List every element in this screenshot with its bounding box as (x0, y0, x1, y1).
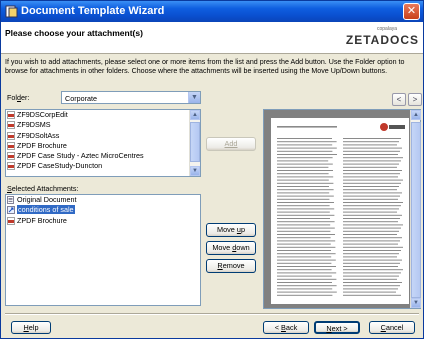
document-icon (7, 196, 15, 204)
preview-page-content (277, 123, 405, 296)
scroll-down-icon[interactable]: ▼ (411, 298, 421, 308)
list-item[interactable]: Original Document (6, 195, 200, 205)
list-item[interactable]: ZF9DSMS (6, 120, 200, 130)
list-item-label: ZPDF Brochure (17, 215, 67, 225)
pdf-file-icon (7, 121, 15, 130)
chevron-down-icon[interactable]: ▼ (188, 92, 200, 103)
list-item-label: ZF9DSMS (17, 120, 51, 130)
wizard-header: Please choose your attachment(s) copalay… (1, 22, 423, 54)
folder-label: Folder: (7, 93, 30, 102)
pdf-file-icon (7, 111, 15, 119)
list-item-label: ZF9DSoltAss (17, 130, 60, 140)
logo-small-text: copalaya (376, 26, 397, 32)
selected-attachments-list[interactable]: Original Document conditions of sale ZPDF … (5, 194, 201, 306)
close-button[interactable]: ✕ (403, 3, 420, 20)
footer-divider (5, 313, 419, 315)
preview-page (271, 118, 409, 304)
move-up-button[interactable]: Move up (206, 223, 256, 237)
pdf-file-icon (7, 131, 15, 140)
document-preview: ▲ ▼ (263, 109, 421, 309)
remove-button[interactable]: Remove (206, 259, 256, 273)
add-button[interactable]: Add (206, 137, 256, 151)
list-item-label: ZPDF Case Study - Aztec MicroCentres (17, 151, 144, 161)
list-item[interactable]: ZPDF Case Study - Aztec MicroCentres (6, 151, 200, 161)
page-heading: Please choose your attachment(s) (5, 28, 143, 38)
list-item[interactable]: conditions of sale (6, 205, 200, 215)
attachment-link-icon (7, 206, 15, 215)
scroll-down-icon[interactable]: ▼ (190, 166, 200, 176)
pdf-file-icon (7, 162, 15, 171)
list-item-label: Original Document (17, 195, 77, 204)
help-button[interactable]: Help (11, 321, 51, 334)
back-button[interactable]: < Back (263, 321, 309, 334)
zetadocs-logo: copalaya ZETADOCS (345, 26, 419, 50)
list-item-label: conditions of sale (17, 205, 75, 215)
list-item-label: ZF9DSCorpEdit (17, 110, 68, 119)
list-item-label: ZPDF CaseStudy-Duncton (17, 161, 103, 171)
list-item[interactable]: ZPDF Brochure (6, 141, 200, 151)
pdf-file-icon (7, 152, 15, 160)
next-button[interactable]: Next > (314, 321, 360, 334)
list-item[interactable]: ZPDF Brochure (6, 216, 200, 226)
previous-page-button[interactable]: < (392, 93, 406, 106)
pdf-file-icon (7, 216, 15, 225)
pdf-file-icon (7, 142, 15, 150)
instructions-text: If you wish to add attachments, please s… (5, 58, 405, 75)
folder-select-value: Corporate (65, 94, 97, 103)
selected-attachments-label: Selected Attachments: (7, 184, 79, 193)
folder-select[interactable]: Corporate ▼ (61, 91, 201, 104)
list-item[interactable]: ZPDF CaseStudy-Duncton (6, 161, 200, 171)
app-icon (5, 5, 18, 18)
scroll-up-icon[interactable]: ▲ (411, 110, 421, 120)
window-title: Document Template Wizard (21, 5, 165, 17)
list-item[interactable]: ZF9DSCorpEdit (6, 110, 200, 120)
scroll-up-icon[interactable]: ▲ (190, 110, 200, 120)
preview-scrollbar[interactable]: ▲ ▼ (410, 110, 421, 308)
available-attachments-list[interactable]: ZF9DSCorpEdit ZF9DSMS ZF9DSoltAss ZPDF Broc… (5, 109, 201, 177)
logo-text: ZETADOCS (345, 33, 419, 47)
scroll-thumb[interactable] (190, 122, 200, 162)
scroll-thumb[interactable] (411, 122, 421, 298)
next-page-button[interactable]: > (408, 93, 422, 106)
title-bar[interactable]: Document Template Wizard ✕ (1, 1, 423, 22)
available-list-scrollbar[interactable]: ▲ ▼ (189, 110, 200, 176)
list-item[interactable]: ZF9DSoltAss (6, 131, 200, 141)
list-item-label: ZPDF Brochure (17, 140, 67, 150)
cancel-button[interactable]: Cancel (369, 321, 415, 334)
move-down-button[interactable]: Move down (206, 241, 256, 255)
wizard-window: Document Template Wizard ✕ Please choose… (0, 0, 424, 339)
